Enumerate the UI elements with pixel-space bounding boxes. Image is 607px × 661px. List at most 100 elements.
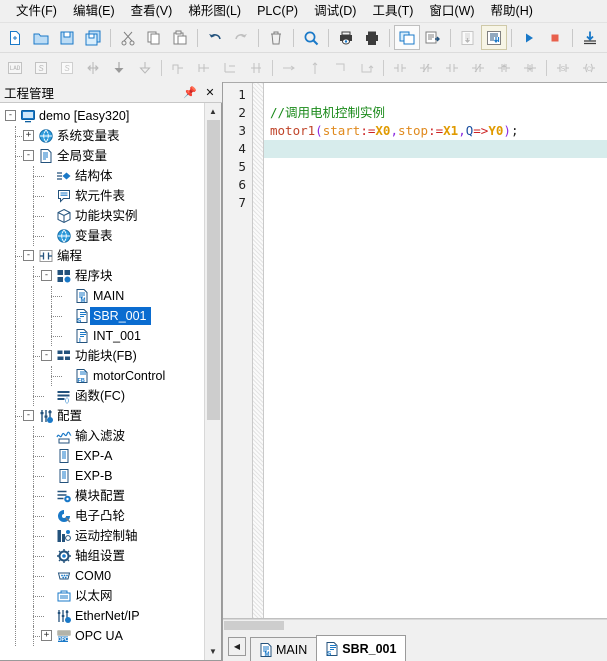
tree-item-ethernet-ip[interactable]: EtherNet/IP	[0, 606, 204, 626]
tree-item-electronic-cam[interactable]: 电子凸轮	[0, 506, 204, 526]
tree-scrollbar[interactable]: ▲ ▼	[204, 103, 221, 660]
chevron-down-icon[interactable]: ▼	[205, 643, 221, 660]
code-line[interactable]: //调用电机控制实例	[264, 104, 607, 122]
hline-icon[interactable]	[276, 55, 302, 80]
menu-debug[interactable]: 调试(D)	[306, 1, 364, 21]
contact-no-icon[interactable]	[387, 55, 413, 80]
contact-falling-icon[interactable]	[517, 55, 543, 80]
tree-expander[interactable]: +	[23, 130, 34, 141]
menu-file[interactable]: 文件(F)	[8, 1, 65, 21]
lad-mode-icon[interactable]: LAD	[2, 55, 28, 80]
tree-item-struct[interactable]: 结构体	[0, 166, 204, 186]
tree-item-fb-instance[interactable]: 功能块实例	[0, 206, 204, 226]
tree-item-input-filter[interactable]: 输入滤波	[0, 426, 204, 446]
insert-below-icon[interactable]	[106, 55, 132, 80]
compile-all-icon[interactable]	[420, 25, 446, 50]
code-line[interactable]	[264, 158, 607, 176]
tree-item-program-blocks[interactable]: - 程序块	[0, 266, 204, 286]
code-line[interactable]	[264, 140, 607, 158]
insert-row-icon[interactable]	[80, 55, 106, 80]
download-icon[interactable]	[577, 25, 603, 50]
delete-icon[interactable]	[263, 25, 289, 50]
reset-coil-icon[interactable]: C	[576, 55, 602, 80]
tree-item-motion-axis[interactable]: 运动控制轴	[0, 526, 204, 546]
menu-ladder[interactable]: 梯形图(L)	[180, 1, 249, 21]
tree-item-configuration[interactable]: - 配置	[0, 406, 204, 426]
tab-prev-icon[interactable]: ◀	[228, 637, 246, 656]
upload-plc-icon[interactable]	[455, 25, 481, 50]
copy-icon[interactable]	[141, 25, 167, 50]
chevron-up-icon[interactable]: ▲	[205, 103, 221, 120]
tree-item-programming[interactable]: - 编程	[0, 246, 204, 266]
project-tree[interactable]: - demo [Easy320] + 系统变量表 - 全局变量 结构体 软元件表 功能块实例 变量…	[0, 103, 204, 660]
branch-right-icon[interactable]	[243, 55, 269, 80]
sfc-mode-icon[interactable]: S	[54, 55, 80, 80]
tab-sbr-001[interactable]: S SBR_001	[316, 635, 407, 661]
tree-item-motorcontrol[interactable]: FB motorControl	[0, 366, 204, 386]
tree-expander[interactable]: -	[23, 150, 34, 161]
run-icon[interactable]	[516, 25, 542, 50]
hscrollbar-thumb[interactable]	[224, 621, 284, 630]
tree-item-opc-ua[interactable]: + OPC OPC UA	[0, 626, 204, 646]
menu-plc[interactable]: PLC(P)	[249, 1, 306, 21]
tree-item-function-blocks[interactable]: - 功能块(FB)	[0, 346, 204, 366]
tree-expander[interactable]: -	[41, 270, 52, 281]
editor-horizontal-scrollbar[interactable]	[223, 619, 607, 631]
search-icon[interactable]	[298, 25, 324, 50]
corner2-icon[interactable]	[354, 55, 380, 80]
print-icon[interactable]	[359, 25, 385, 50]
contact-nc2-icon[interactable]	[465, 55, 491, 80]
code-line[interactable]: motor1(start:=X0,stop:=X1,Q=>Y0);	[264, 122, 607, 140]
tree-expander[interactable]: -	[23, 410, 34, 421]
menu-window[interactable]: 窗口(W)	[421, 1, 482, 21]
corner-icon[interactable]	[328, 55, 354, 80]
print-preview-icon[interactable]	[333, 25, 359, 50]
tree-item-com0[interactable]: COM0	[0, 566, 204, 586]
open-folder-icon[interactable]	[28, 25, 54, 50]
contact-nc-icon[interactable]	[413, 55, 439, 80]
contact-no2-icon[interactable]	[439, 55, 465, 80]
download-plc-icon[interactable]	[481, 25, 507, 50]
pin-icon[interactable]: 📌	[182, 84, 198, 100]
tree-expander[interactable]: +	[41, 630, 52, 641]
tree-item-module-config[interactable]: 模块配置	[0, 486, 204, 506]
vline-icon[interactable]	[302, 55, 328, 80]
tree-expander[interactable]: -	[5, 110, 16, 121]
tab-main[interactable]: M MAIN	[250, 637, 318, 661]
tree-item-sbr-001[interactable]: S SBR_001	[0, 306, 204, 326]
stop-icon[interactable]	[542, 25, 568, 50]
tree-expander[interactable]: -	[23, 250, 34, 261]
tree-item-device-table[interactable]: 软元件表	[0, 186, 204, 206]
close-icon[interactable]: ✕	[202, 84, 218, 100]
append-row-icon[interactable]	[132, 55, 158, 80]
code-line[interactable]	[264, 194, 607, 212]
code-text-area[interactable]: //调用电机控制实例 motor1(start:=X0,stop:=X1,Q=>Y…	[264, 83, 607, 618]
redo-icon[interactable]	[228, 25, 254, 50]
code-line[interactable]	[264, 86, 607, 104]
paste-icon[interactable]	[167, 25, 193, 50]
menu-help[interactable]: 帮助(H)	[483, 1, 541, 21]
tree-expander[interactable]: -	[41, 350, 52, 361]
undo-icon[interactable]	[202, 25, 228, 50]
branch-left-icon[interactable]	[217, 55, 243, 80]
tree-item-main[interactable]: M MAIN	[0, 286, 204, 306]
stl-mode-icon[interactable]: S	[28, 55, 54, 80]
cut-icon[interactable]	[115, 25, 141, 50]
tree-item-demo[interactable]: - demo [Easy320]	[0, 106, 204, 126]
code-line[interactable]	[264, 176, 607, 194]
tree-item-int-001[interactable]: I INT_001	[0, 326, 204, 346]
new-file-icon[interactable]	[2, 25, 28, 50]
menu-view[interactable]: 查看(V)	[123, 1, 181, 21]
tree-item-exp-b[interactable]: EXP-B	[0, 466, 204, 486]
menu-tools[interactable]: 工具(T)	[364, 1, 421, 21]
save-all-icon[interactable]	[80, 25, 106, 50]
tree-item-global-variables[interactable]: - 全局变量	[0, 146, 204, 166]
branch-up-icon[interactable]	[165, 55, 191, 80]
code-editor[interactable]: 1234567 //调用电机控制实例 motor1(start:=X0,stop:…	[223, 82, 607, 619]
scrollbar-thumb[interactable]	[206, 120, 220, 420]
branch-down-icon[interactable]	[191, 55, 217, 80]
tree-item-ethernet[interactable]: 以太网	[0, 586, 204, 606]
tree-item-axis-group[interactable]: 轴组设置	[0, 546, 204, 566]
bookmark-margin[interactable]	[253, 83, 264, 618]
contact-rising-icon[interactable]	[491, 55, 517, 80]
